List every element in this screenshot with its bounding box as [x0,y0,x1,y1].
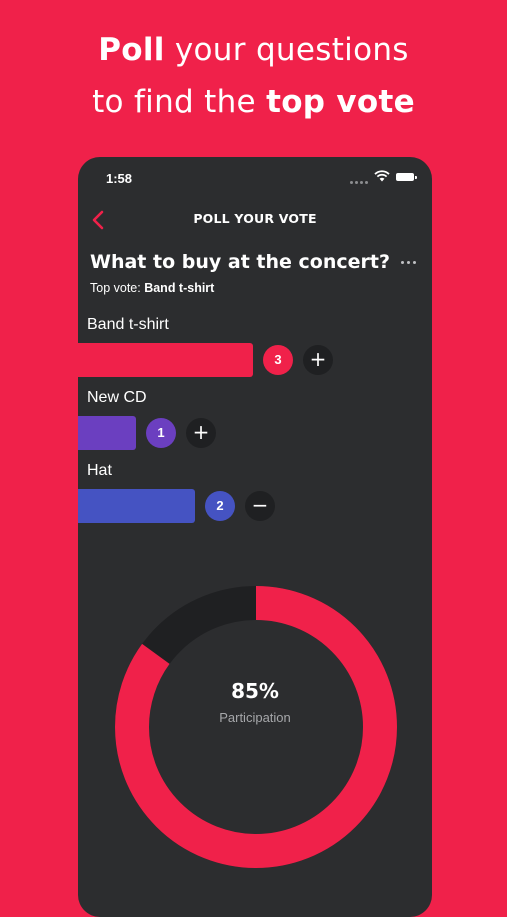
option-label-band-t-shirt: Band t-shirt [87,316,169,333]
option-label-new-cd: New CD [87,389,147,406]
participation-value: 85% [231,679,279,703]
signal-icon [350,181,368,184]
participation-label: Participation [219,710,291,725]
phone-screen: 1:58 POLL YOUR VOTE What to buy at the c… [78,157,432,917]
top-vote-line: Top vote: Band t-shirt [90,281,214,295]
battery-icon [396,173,417,181]
top-vote-prefix: Top vote: [90,281,145,295]
headline-rest-1: your questions [164,32,409,68]
headline-bold-top-vote: top vote [266,84,415,120]
option-bar-new-cd [78,416,136,450]
top-vote-value: Band t-shirt [144,281,215,295]
participation-ring [115,586,397,868]
add-vote-band-t-shirt-button[interactable]: + [303,345,333,375]
nav-title: POLL YOUR VOTE [193,211,317,226]
headline-line-2: to find the top vote [0,84,507,120]
option-bar-hat [78,489,195,523]
option-label-hat: Hat [87,462,112,479]
wifi-icon [374,170,390,182]
remove-vote-hat-button[interactable]: − [245,491,275,521]
poll-question: What to buy at the concert? [90,251,390,273]
headline-line-1: Poll your questions [0,32,507,68]
headline-bold-poll: Poll [98,32,165,68]
more-horizontal-icon[interactable] [399,257,418,268]
option-bar-band-t-shirt [78,343,253,377]
option-vote-count-band-t-shirt: 3 [263,345,293,375]
option-vote-count-hat: 2 [205,491,235,521]
headline-rest-2: to find the [92,84,267,120]
option-vote-count-new-cd: 1 [146,418,176,448]
add-vote-new-cd-button[interactable]: + [186,418,216,448]
status-time: 1:58 [106,171,133,186]
